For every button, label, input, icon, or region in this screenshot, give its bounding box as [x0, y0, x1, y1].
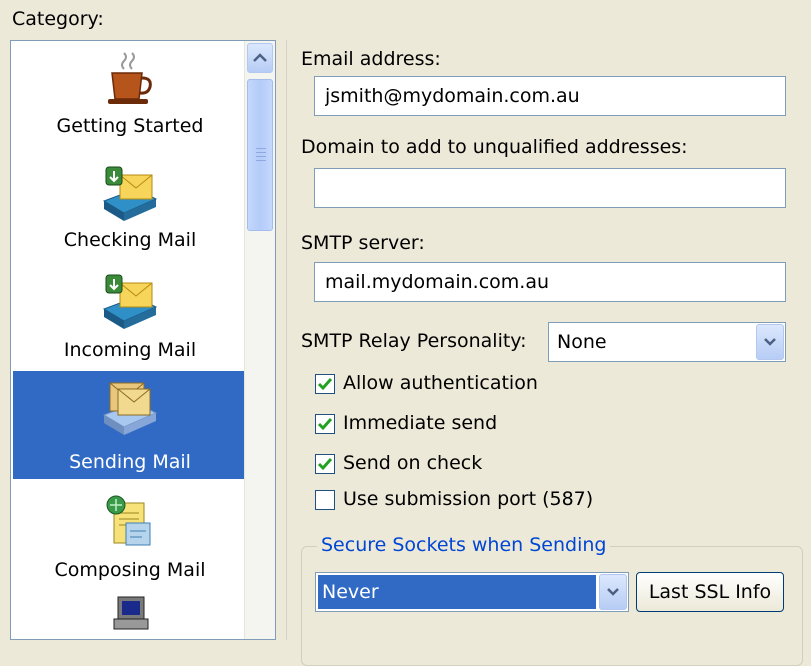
category-item-composing-mail[interactable]: Composing Mail: [13, 487, 247, 587]
category-item-checking-mail[interactable]: Checking Mail: [13, 159, 247, 259]
chevron-up-icon: [253, 53, 267, 62]
category-item-label: Composing Mail: [54, 559, 206, 581]
computer-icon: [100, 595, 160, 639]
category-item-getting-started[interactable]: Getting Started: [13, 41, 247, 149]
secure-sockets-select[interactable]: Never: [315, 572, 629, 612]
category-label: Category:: [12, 8, 104, 30]
email-field[interactable]: [314, 76, 786, 116]
checkbox[interactable]: [315, 454, 335, 474]
coffee-cup-icon: [100, 49, 160, 109]
scroll-thumb[interactable]: [247, 79, 273, 231]
relay-personality-value: None: [557, 331, 607, 353]
category-item-label: Incoming Mail: [63, 339, 197, 361]
checkbox[interactable]: [315, 414, 335, 434]
scroll-up-button[interactable]: [247, 43, 273, 73]
sending-mail-icon: [100, 377, 160, 437]
category-item-label: Checking Mail: [63, 229, 197, 251]
category-item-label: Sending Mail: [69, 451, 191, 473]
last-ssl-info-button[interactable]: Last SSL Info: [636, 572, 784, 612]
dropdown-button[interactable]: [599, 574, 627, 610]
checkbox-label: Send on check: [343, 452, 483, 474]
sending-mail-settings: Email address: Domain to add to unqualif…: [286, 40, 811, 666]
smtp-server-label: SMTP server:: [301, 232, 425, 254]
domain-label: Domain to add to unqualified addresses:: [301, 136, 688, 158]
category-item-computer[interactable]: [13, 591, 247, 639]
checking-mail-icon: [100, 165, 160, 225]
domain-field[interactable]: [314, 168, 786, 208]
category-list[interactable]: Getting Started Checking Mail Incoming M…: [10, 40, 276, 640]
dropdown-button[interactable]: [756, 324, 784, 360]
checkbox-label: Allow authentication: [343, 372, 538, 394]
checkbox[interactable]: [315, 490, 335, 510]
relay-personality-label: SMTP Relay Personality:: [301, 330, 527, 352]
chevron-down-icon: [764, 338, 776, 346]
secure-sockets-title: Secure Sockets when Sending: [317, 534, 611, 556]
checkmark-icon: [317, 458, 333, 471]
checkbox-label: Use submission port (587): [343, 488, 594, 510]
smtp-server-field[interactable]: [314, 262, 786, 302]
category-item-incoming-mail[interactable]: Incoming Mail: [13, 267, 247, 367]
checkbox-label: Immediate send: [343, 412, 498, 434]
checkbox[interactable]: [315, 374, 335, 394]
incoming-mail-icon: [100, 273, 160, 333]
composing-mail-icon: [100, 493, 160, 553]
category-item-sending-mail[interactable]: Sending Mail: [13, 371, 247, 479]
category-item-label: Getting Started: [56, 115, 204, 137]
relay-personality-select[interactable]: None: [548, 322, 786, 362]
email-label: Email address:: [301, 48, 441, 70]
chevron-down-icon: [607, 588, 619, 596]
category-scrollbar[interactable]: [244, 41, 275, 639]
checkmark-icon: [317, 418, 333, 431]
checkmark-icon: [317, 378, 333, 391]
secure-sockets-value: Never: [322, 581, 379, 603]
